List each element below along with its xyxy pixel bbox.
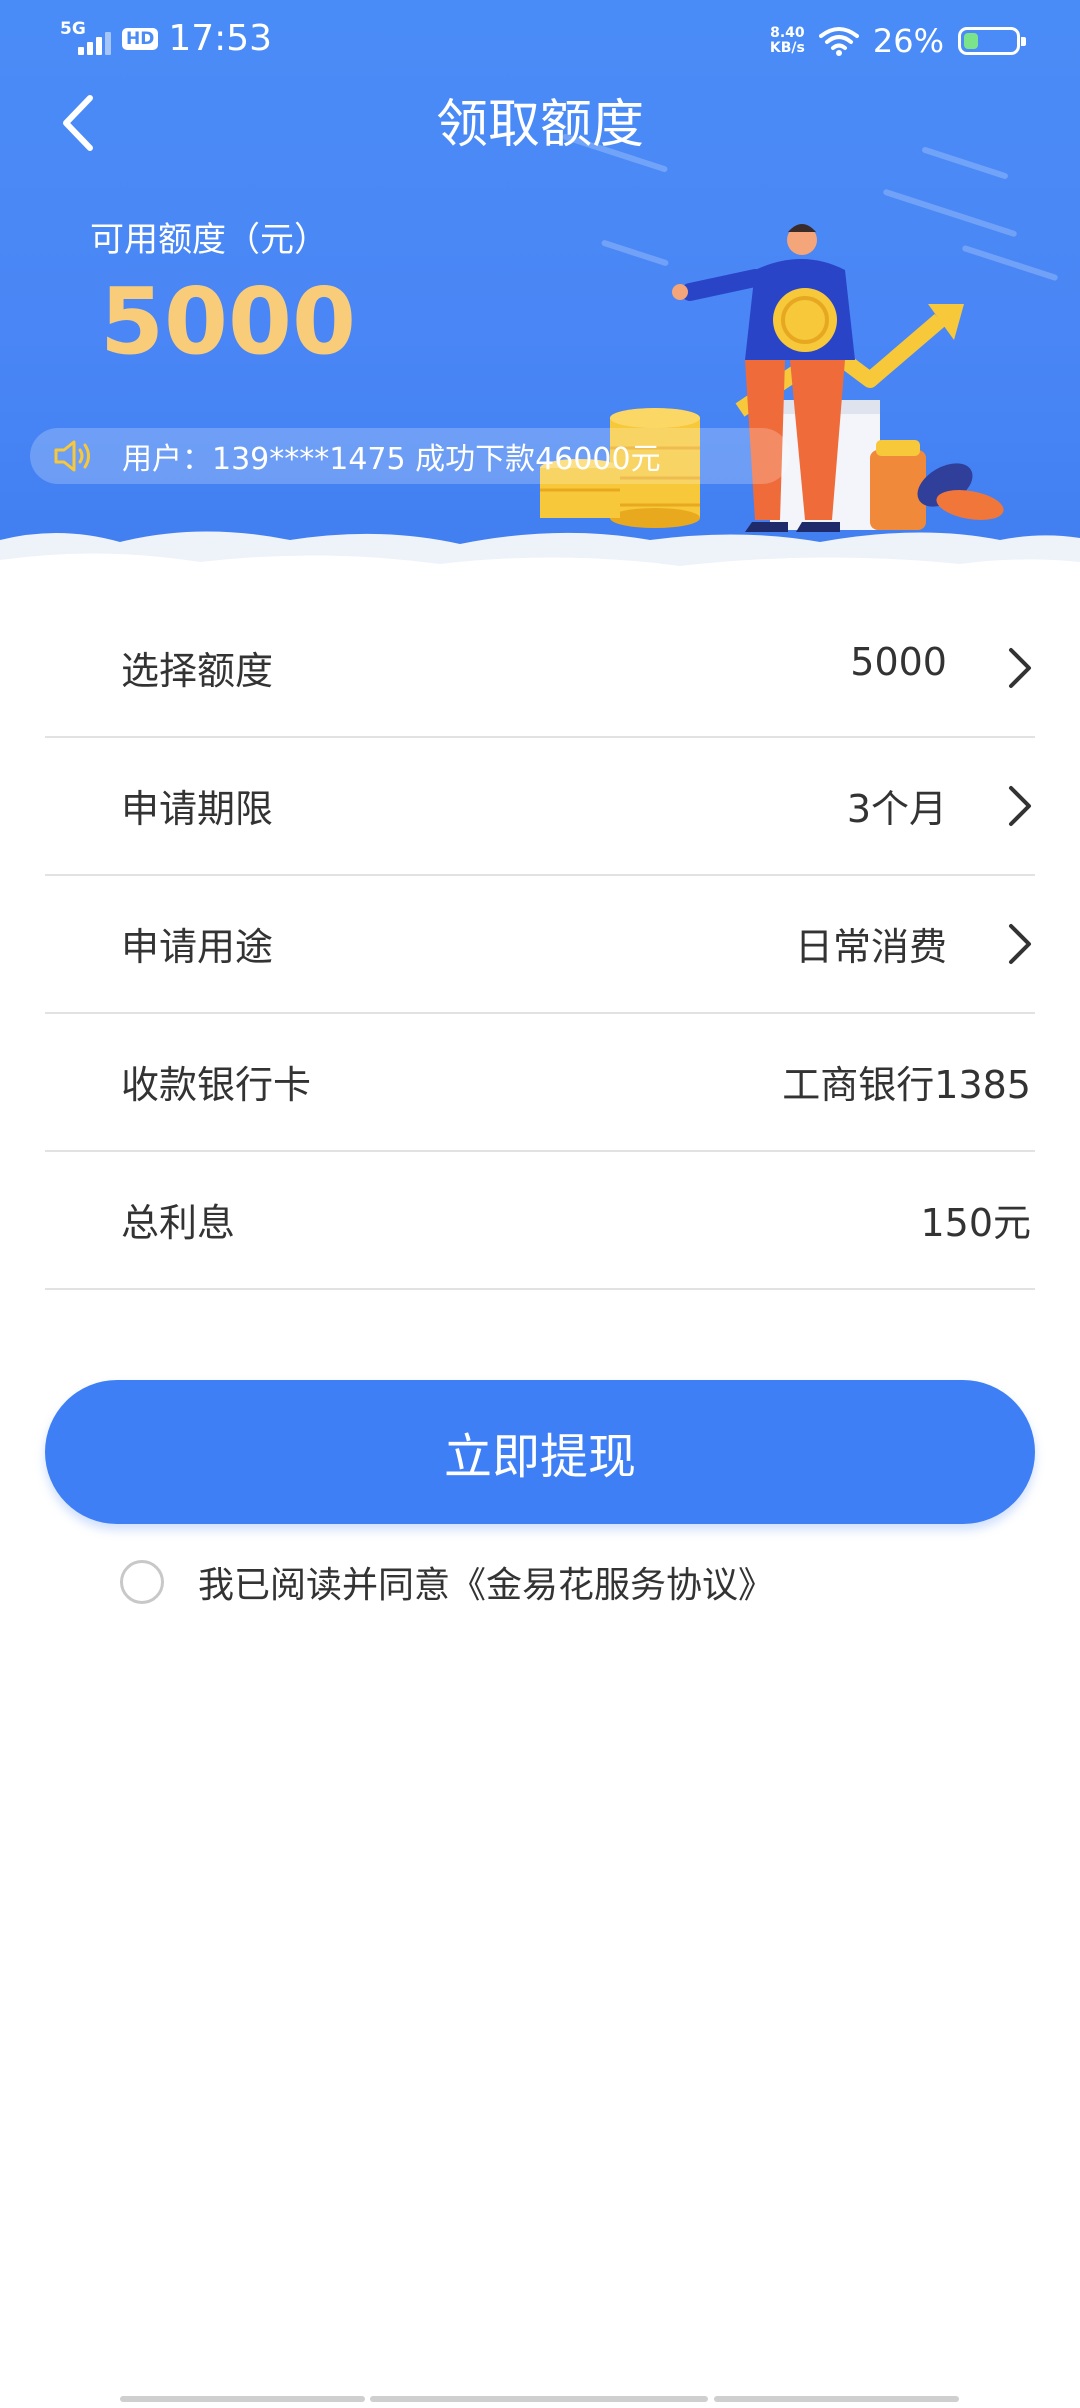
hd-badge: HD — [122, 27, 159, 50]
network-type: 5G — [60, 18, 86, 39]
ticker-text: 用户：139****1475 成功下款46000元 — [122, 442, 661, 477]
network-speed: 8.40 KB/s — [769, 25, 805, 56]
battery-icon — [958, 27, 1026, 55]
nav-gesture-bar-right — [714, 2396, 959, 2402]
speaker-icon — [54, 440, 90, 472]
row-loan-purpose[interactable]: 申请用途 日常消费 — [45, 876, 1035, 1014]
announcement-ticker: 用户：139****1475 成功下款46000元 — [30, 428, 790, 484]
row-value: 5000 — [850, 640, 947, 684]
row-total-interest: 总利息 150元 — [45, 1152, 1035, 1290]
agreement-text[interactable]: 我已阅读并同意《金易花服务协议》 — [198, 1556, 774, 1608]
signal-icon: 5G — [60, 19, 112, 59]
withdraw-button[interactable]: 立即提现 — [45, 1380, 1035, 1524]
nav-gesture-bar-left — [120, 2396, 365, 2402]
page-title: 领取额度 — [435, 95, 644, 155]
row-bank-card: 收款银行卡 工商银行1385 — [45, 1014, 1035, 1152]
finance-illustration — [540, 224, 1004, 532]
clock: 17:53 — [168, 18, 273, 59]
status-bar: 5G HD 17:53 8.40 KB/s 26% — [0, 0, 1080, 80]
chevron-right-icon — [1009, 786, 1031, 826]
agreement-checkbox[interactable] — [120, 1560, 164, 1604]
row-label: 选择额度 — [121, 649, 274, 693]
row-value: 工商银行1385 — [782, 1063, 1031, 1107]
row-label: 收款银行卡 — [121, 1063, 312, 1107]
cloud-decoration — [0, 531, 1080, 600]
row-label: 总利息 — [121, 1201, 236, 1245]
available-limit-label: 可用额度（元） — [90, 220, 328, 260]
row-loan-term[interactable]: 申请期限 3个月 — [45, 738, 1035, 876]
row-value: 3个月 — [846, 787, 947, 831]
battery-percent: 26% — [872, 22, 944, 60]
nav-gesture-bar-center — [370, 2396, 708, 2402]
agreement-checkbox-row[interactable]: 我已阅读并同意《金易花服务协议》 — [120, 1556, 774, 1608]
chevron-right-icon — [1009, 924, 1031, 964]
available-limit-amount: 5000 — [100, 268, 357, 375]
row-value: 日常消费 — [794, 925, 947, 969]
row-value: 150元 — [920, 1201, 1031, 1245]
row-label: 申请期限 — [121, 787, 274, 831]
wifi-icon — [818, 27, 859, 56]
hero-banner: 5G HD 17:53 8.40 KB/s 26% 领取额度 可用额度（元） 5… — [0, 0, 1080, 600]
row-label: 申请用途 — [121, 925, 274, 969]
row-select-amount[interactable]: 选择额度 5000 — [45, 600, 1035, 738]
chevron-right-icon — [1009, 648, 1031, 688]
